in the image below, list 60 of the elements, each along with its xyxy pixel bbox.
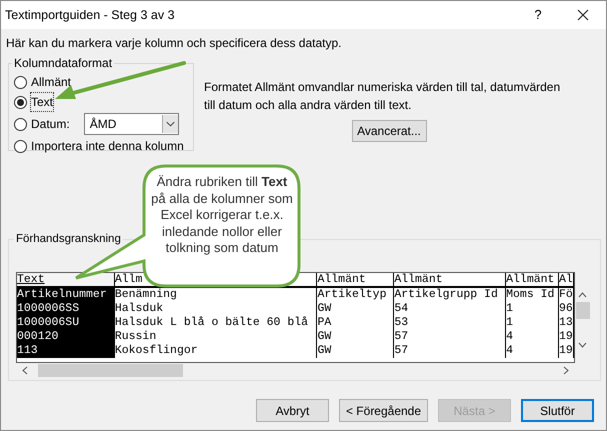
close-icon: [577, 9, 589, 21]
group-title: Kolumndataformat: [13, 55, 114, 72]
help-button[interactable]: ?: [516, 1, 560, 29]
table-cell: PA: [317, 316, 394, 330]
table-cell: 1000006SU: [17, 316, 115, 330]
format-dropdown[interactable]: ÅMD: [84, 113, 179, 135]
dialog-button[interactable]: < Föregående: [339, 399, 428, 422]
table-cell: 57: [394, 344, 506, 358]
callout-text: Ändra rubriken till Text på alla de kolumner som Excel korrigerar t.e.x. inledande nollor eller tolkning som datum: [151, 174, 293, 256]
table-cell: 1000006SS: [17, 302, 115, 316]
radio-button[interactable]: [14, 140, 27, 152]
chevron-down-icon: [578, 342, 587, 348]
dialog-button[interactable]: Avbryt: [256, 399, 329, 422]
column-header[interactable]: Allm: [114, 273, 142, 286]
table-cell: Kokosflingor: [114, 344, 318, 358]
table-cell: 000120: [17, 330, 115, 344]
radio-label: Text: [31, 93, 54, 111]
table-cell: Halsduk L blå o bälte 60 blå: [114, 316, 318, 330]
table-cell: 113: [17, 344, 115, 358]
table-cell: 4: [506, 330, 560, 344]
table-cell: Artikelgrupp Id: [394, 288, 506, 302]
chevron-left-icon: [22, 366, 28, 375]
table-cell: 4: [506, 344, 560, 358]
table-cell: 19: [559, 330, 574, 344]
table-cell: GW: [317, 344, 394, 358]
column-header[interactable]: Allmänt: [317, 273, 366, 286]
chevron-down-icon: [162, 115, 178, 133]
table-cell: 19: [559, 344, 574, 358]
table-cell: Russin: [114, 330, 318, 344]
table-cell: 54: [394, 302, 506, 316]
table-cell: 57: [394, 330, 506, 344]
radio-button[interactable]: [14, 96, 27, 108]
advanced-button[interactable]: Avancerat...: [352, 120, 426, 142]
radio-label: Importera inte denna kolumn: [31, 138, 184, 155]
column-header[interactable]: Allmänt: [394, 273, 443, 286]
chevron-up-icon: [578, 292, 587, 298]
table-cell: Fö: [559, 288, 574, 302]
column-header[interactable]: Al: [559, 273, 573, 286]
chevron-right-icon: [563, 366, 569, 375]
dialog-button[interactable]: Slutför: [521, 399, 594, 422]
table-cell: 1: [506, 302, 560, 316]
instruction-text: Här kan du markera varje kolumn och specificera dess datatyp.: [6, 35, 342, 52]
radio-button[interactable]: [14, 118, 27, 130]
table-cell: 96: [559, 302, 574, 316]
table-cell: 53: [394, 316, 506, 330]
column-header[interactable]: Allmänt: [506, 273, 554, 286]
table-cell: Moms Id: [506, 288, 560, 302]
format-description: Formatet Allmänt omvandlar numeriska värden till tal, datumvärden till datum och alla andra värden till text.: [204, 79, 562, 114]
radio-button[interactable]: [14, 76, 27, 88]
table-cell: Artikelnummer: [17, 288, 115, 302]
window-title: Textimportguiden - Steg 3 av 3: [5, 6, 175, 24]
table-cell: 1: [506, 316, 560, 330]
table-cell: GW: [317, 330, 394, 344]
preview-title: Förhandsgranskning: [15, 232, 122, 247]
table-cell: 13: [559, 316, 574, 330]
radio-label: Datum:: [31, 116, 70, 133]
radio-label: Allmänt: [31, 74, 72, 91]
table-cell: Artikeltyp: [317, 288, 394, 302]
table-cell: GW: [317, 302, 394, 316]
table-cell: Halsduk: [114, 302, 318, 316]
